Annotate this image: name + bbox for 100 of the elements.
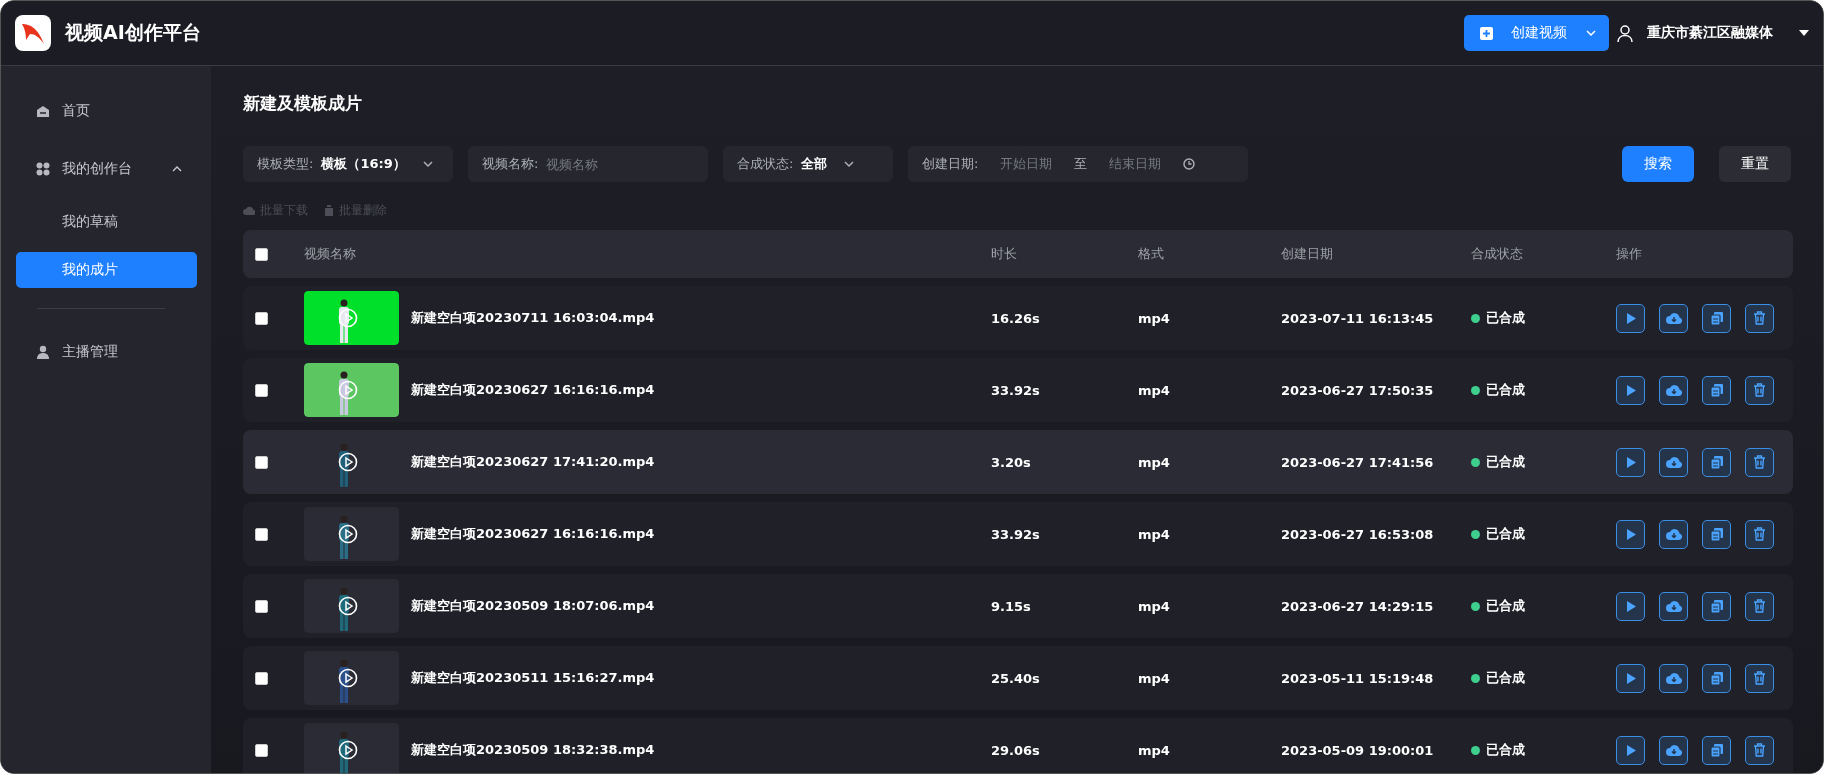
status-text: 已合成	[1486, 525, 1525, 543]
user-name: 重庆市綦江区融媒体	[1647, 24, 1773, 42]
copy-button[interactable]	[1702, 735, 1731, 765]
copy-button[interactable]	[1702, 663, 1731, 693]
search-button[interactable]: 搜索	[1622, 146, 1694, 182]
play-button[interactable]	[1616, 591, 1645, 621]
status-text: 已合成	[1486, 381, 1525, 399]
video-name: 新建空白项20230711 16:03:04.mp4	[411, 309, 655, 327]
play-circle-icon[interactable]	[338, 524, 358, 544]
table-row[interactable]: 新建空白项20230511 15:16:27.mp4 25.40s mp4 2023-05-11 15:19:48 已合成	[243, 646, 1793, 710]
date-range-field[interactable]: 创建日期: 开始日期 至 结束日期	[908, 146, 1248, 182]
field-label: 合成状态:	[737, 155, 794, 173]
text-input[interactable]: 视频名称	[546, 156, 667, 172]
delete-button[interactable]	[1745, 375, 1774, 405]
download-button[interactable]	[1659, 735, 1688, 765]
play-button[interactable]	[1616, 519, 1645, 549]
copy-icon	[1709, 527, 1724, 541]
row-checkbox[interactable]	[255, 455, 268, 469]
duration-cell-text: 9.15s	[991, 598, 1032, 614]
column-header: 格式	[1138, 245, 1165, 263]
caret-icon[interactable]	[1799, 30, 1809, 36]
cloud-download-icon	[1665, 456, 1682, 468]
download-button[interactable]	[1659, 663, 1688, 693]
download-button[interactable]	[1659, 375, 1688, 405]
reset-button[interactable]: 重置	[1719, 146, 1791, 182]
copy-icon	[1709, 599, 1724, 613]
format-cell-text: mp4	[1138, 670, 1171, 686]
copy-button[interactable]	[1702, 303, 1731, 333]
select-field[interactable]: 模板类型: 横板（16:9）	[243, 146, 453, 182]
download-button[interactable]	[1659, 519, 1688, 549]
delete-button[interactable]	[1745, 303, 1774, 333]
play-icon	[1625, 600, 1636, 612]
table-row[interactable]: 新建空白项20230711 16:03:04.mp4 16.26s mp4 2023-07-11 16:13:45 已合成	[243, 286, 1793, 350]
duration-cell-text: 25.40s	[991, 670, 1041, 686]
play-circle-icon[interactable]	[338, 596, 358, 616]
column-header: 创建日期	[1281, 245, 1334, 263]
date-cell-text: 2023-06-27 17:41:56	[1281, 454, 1435, 470]
delete-button[interactable]	[1745, 519, 1774, 549]
table-row[interactable]: 新建空白项20230627 16:16:16.mp4 33.92s mp4 2023-06-27 17:50:35 已合成	[243, 358, 1793, 422]
page-title: 新建及模板成片	[243, 92, 363, 115]
download-button[interactable]	[1659, 447, 1688, 477]
input-field[interactable]: 视频名称: 视频名称	[468, 146, 708, 182]
clock-icon	[1183, 158, 1196, 170]
video-name: 新建空白项20230627 16:16:16.mp4	[411, 525, 655, 543]
play-button[interactable]	[1616, 303, 1645, 333]
delete-button[interactable]	[1745, 447, 1774, 477]
row-checkbox[interactable]	[255, 599, 268, 613]
play-circle-icon[interactable]	[338, 668, 358, 688]
person-icon	[36, 345, 50, 359]
video-name: 新建空白项20230509 18:32:38.mp4	[411, 741, 655, 759]
table-row[interactable]: 新建空白项20230627 17:41:20.mp4 3.20s mp4 2023-06-27 17:41:56 已合成	[243, 430, 1793, 494]
cloud-download-icon	[1665, 672, 1682, 684]
play-button[interactable]	[1616, 447, 1645, 477]
date-cell-text: 2023-05-11 15:19:48	[1281, 670, 1435, 686]
format-cell-text: mp4	[1138, 598, 1171, 614]
delete-button[interactable]	[1745, 735, 1774, 765]
sidebar-item[interactable]: 我的创作台	[16, 146, 197, 192]
table-row[interactable]: 新建空白项20230627 16:16:16.mp4 33.92s mp4 2023-06-27 16:53:08 已合成	[243, 502, 1793, 566]
copy-button[interactable]	[1702, 591, 1731, 621]
copy-button[interactable]	[1702, 519, 1731, 549]
row-checkbox[interactable]	[255, 383, 268, 397]
play-circle-icon[interactable]	[338, 452, 358, 472]
field-label: 视频名称:	[482, 155, 539, 173]
sidebar-subitem[interactable]: 我的草稿	[16, 204, 197, 240]
video-name: 新建空白项20230627 17:41:20.mp4	[411, 453, 655, 471]
delete-button[interactable]	[1745, 591, 1774, 621]
select-all-checkbox[interactable]	[255, 247, 268, 261]
play-icon	[1625, 528, 1636, 540]
play-icon	[1625, 456, 1636, 468]
field-value: 全部	[801, 155, 828, 173]
table-row[interactable]: 新建空白项20230509 18:32:38.mp4 29.06s mp4 2023-05-09 19:00:01 已合成	[243, 718, 1793, 773]
row-checkbox[interactable]	[255, 527, 268, 541]
row-checkbox[interactable]	[255, 311, 268, 325]
range-separator: 至	[1074, 155, 1088, 173]
play-button[interactable]	[1616, 735, 1645, 765]
copy-button[interactable]	[1702, 447, 1731, 477]
download-button[interactable]	[1659, 303, 1688, 333]
play-button[interactable]	[1616, 663, 1645, 693]
row-checkbox[interactable]	[255, 743, 268, 757]
delete-button[interactable]	[1745, 663, 1774, 693]
sidebar-item[interactable]: 首页	[16, 88, 197, 134]
play-button[interactable]	[1616, 375, 1645, 405]
sidebar-subitem[interactable]: 我的成片	[16, 252, 197, 288]
select-field[interactable]: 合成状态: 全部	[723, 146, 893, 182]
row-checkbox[interactable]	[255, 671, 268, 685]
format-cell-text: mp4	[1138, 382, 1171, 398]
trash-icon	[1753, 671, 1766, 685]
play-circle-icon[interactable]	[338, 740, 358, 760]
download-button[interactable]	[1659, 591, 1688, 621]
cloud-download-icon	[1665, 528, 1682, 540]
copy-icon	[1709, 455, 1724, 469]
trash-icon	[324, 204, 334, 216]
user-icon	[1617, 24, 1633, 42]
sidebar-item[interactable]: 主播管理	[16, 329, 197, 375]
trash-icon	[1753, 743, 1766, 757]
copy-icon	[1709, 311, 1724, 325]
table-row[interactable]: 新建空白项20230509 18:07:06.mp4 9.15s mp4 2023-06-27 14:29:15 已合成	[243, 574, 1793, 638]
create-video-button[interactable]: 创建视频	[1464, 15, 1609, 51]
copy-button[interactable]	[1702, 375, 1731, 405]
format-cell-text: mp4	[1138, 310, 1171, 326]
